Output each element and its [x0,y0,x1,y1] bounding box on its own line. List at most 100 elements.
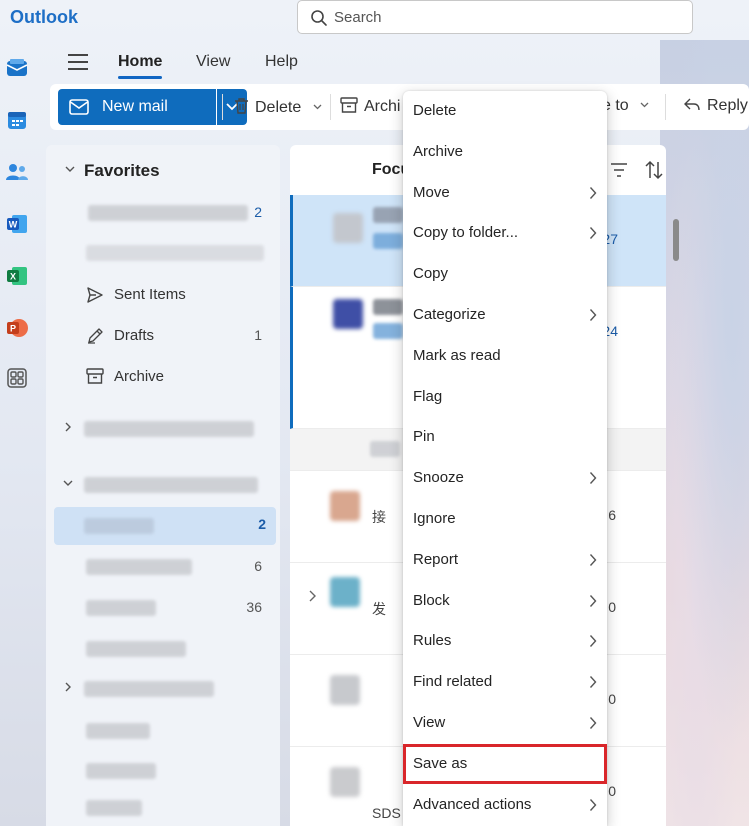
nav-item-drafts[interactable]: Drafts 1 [46,318,280,354]
chevron-down-icon [640,102,649,108]
chevron-right-icon[interactable] [308,589,318,603]
powerpoint-app-icon[interactable]: P [5,316,29,340]
new-mail-button[interactable]: New mail [58,89,216,125]
redacted-account-name [84,421,254,437]
redacted-folder-name [84,518,154,534]
people-app-icon[interactable] [5,160,29,184]
redacted-folder-name [86,245,264,261]
excel-app-icon[interactable]: X [5,264,29,288]
avatar [330,675,360,705]
chevron-down-icon [313,104,322,110]
menu-item-label: Copy to folder... [413,224,519,242]
menu-item-block[interactable]: Block [403,581,607,621]
svg-text:P: P [10,324,16,334]
menu-item-rules[interactable]: Rules [403,621,607,661]
hamburger-menu-icon[interactable] [68,54,88,75]
menu-item-save-as[interactable]: Save as [403,743,607,784]
svg-text:X: X [10,272,16,282]
menu-item-view[interactable]: View [403,703,607,743]
word-app-icon[interactable]: W [5,212,29,236]
menu-item-label: Report [413,550,459,568]
menu-item-flag[interactable]: Flag [403,377,607,417]
nav-item-inbox-selected[interactable]: 2 [54,507,276,545]
tab-view[interactable]: View [196,53,230,71]
menu-item-pin[interactable]: Pin [403,417,607,457]
archive-button[interactable]: Archi [340,97,400,116]
nav-item-folder[interactable]: 6 [46,549,280,585]
redacted-folder-name [86,723,150,739]
menu-item-report[interactable]: Report [403,540,607,580]
nav-item-sent-items[interactable]: Sent Items [46,277,280,313]
menu-item-label: Move [413,183,450,201]
nav-item-favorite-1[interactable]: 2 [46,195,280,231]
scrollbar-thumb[interactable] [673,219,679,261]
nav-item-folder[interactable] [46,713,280,749]
toolbar-divider [222,94,223,120]
menu-item-ignore[interactable]: Ignore [403,499,607,539]
chevron-right-icon [589,471,597,489]
nav-item-archive[interactable]: Archive [46,359,280,395]
search-input[interactable] [334,5,674,29]
menu-item-advanced-actions[interactable]: Advanced actions [403,785,607,825]
menu-item-categorize[interactable]: Categorize [403,295,607,335]
menu-item-move[interactable]: Move [403,173,607,213]
folder-pane: Favorites 2 Sent Items Drafts 1 Archive … [46,145,280,826]
menu-item-find-related[interactable]: Find related [403,662,607,702]
nav-item-folder[interactable] [46,790,280,826]
avatar [330,577,360,607]
message-count: 0 [608,783,616,799]
archive-icon [340,97,358,113]
archive-label: Archive [114,368,165,385]
nav-item-folder[interactable]: 36 [46,590,280,626]
calendar-app-icon[interactable] [5,108,29,132]
delete-button[interactable]: Delete [233,97,322,117]
message-count: 0 [608,691,616,707]
app-rail: W X P [0,40,40,826]
menu-item-copy-to-folder[interactable]: Copy to folder... [403,213,607,253]
menu-item-label: Pin [413,428,435,446]
menu-item-label: Mark as read [413,346,501,364]
search-icon [311,10,327,26]
mail-icon [69,99,89,115]
menu-item-label: Archive [413,142,464,160]
menu-item-mark-as-read[interactable]: Mark as read [403,336,607,376]
reply-icon [684,98,700,111]
nav-account-collapsed[interactable] [46,411,280,447]
chevron-right-icon [589,186,597,204]
menu-item-archive[interactable]: Archive [403,132,607,172]
app-title: Outlook [10,7,78,27]
menu-item-label: View [413,714,446,731]
message-count: 6 [608,507,616,523]
chevron-down-icon [63,480,73,486]
sort-icon[interactable] [644,160,664,180]
avatar [333,213,363,243]
menu-item-label: Find related [413,673,493,691]
tab-home[interactable]: Home [118,53,163,79]
mail-app-icon[interactable] [5,56,29,80]
menu-item-delete[interactable]: Delete [403,91,607,131]
trash-icon [235,98,248,114]
tab-help[interactable]: Help [265,53,298,71]
unread-count: 2 [258,516,266,532]
menu-item-snooze[interactable]: Snooze [403,458,607,498]
nav-account-expanded[interactable] [46,467,280,503]
favorites-header[interactable]: Favorites [46,153,280,189]
nav-item-favorite-2[interactable] [46,235,280,271]
message-snippet: 发 [372,601,386,617]
chevron-right-icon [589,798,597,816]
nav-item-folder[interactable] [46,753,280,789]
more-apps-icon[interactable] [5,366,29,390]
filter-icon[interactable] [610,163,628,177]
menu-item-copy[interactable]: Copy [403,254,607,294]
chevron-right-icon [589,716,597,734]
context-menu: Delete Archive Move Copy to folder... Copy Ca… [403,91,607,826]
toolbar-divider [330,94,331,120]
redacted-folder-name [86,600,156,616]
message-list-scrollbar[interactable] [672,195,680,820]
sent-items-label: Sent Items [114,286,186,303]
nav-account-collapsed[interactable] [46,671,280,707]
reply-button[interactable]: Reply [683,97,748,115]
nav-item-folder[interactable] [46,631,280,667]
search-box[interactable] [297,0,693,34]
title-bar: Outlook [0,0,749,40]
